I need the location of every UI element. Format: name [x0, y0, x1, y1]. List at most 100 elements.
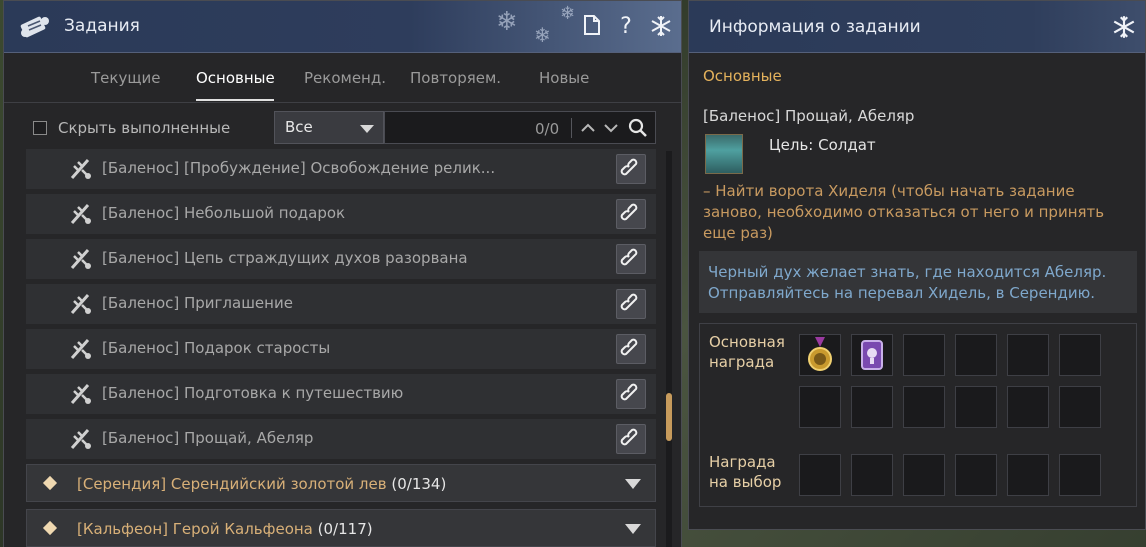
search-result-count: 0/0 — [535, 120, 560, 138]
reward-slot[interactable] — [1007, 334, 1049, 376]
quest-title: [Баленос] Подготовка к путешествию — [102, 384, 404, 402]
link-button[interactable] — [616, 289, 646, 319]
link-button[interactable] — [616, 424, 646, 454]
quest-title: [Баленос] Прощай, Абеляр — [102, 429, 314, 447]
quest-search-input[interactable]: 0/0 — [384, 111, 656, 144]
link-icon — [620, 338, 638, 356]
link-button[interactable] — [616, 244, 646, 274]
quest-description: Черный дух желает знать, где находится А… — [708, 263, 1107, 302]
tab-main[interactable]: Основные — [196, 69, 275, 87]
link-icon — [620, 203, 638, 221]
quest-title: [Баленос] [Пробуждение] Освобождение рел… — [102, 159, 496, 177]
choice-reward-slot[interactable] — [851, 454, 893, 496]
choice-reward-slot[interactable] — [955, 454, 997, 496]
quest-row[interactable]: [Баленос] Небольшой подарок — [26, 194, 656, 234]
tab-new[interactable]: Новые — [539, 69, 589, 87]
quest-info-titlebar[interactable]: Информация о задании — [689, 1, 1145, 53]
quest-row[interactable]: [Баленос] Цепь страждущих духов разорван… — [26, 239, 656, 279]
link-button[interactable] — [616, 334, 646, 364]
quest-row[interactable]: [Баленос] Приглашение — [26, 284, 656, 324]
purple-scroll-icon — [861, 340, 883, 370]
npc-portrait — [705, 134, 743, 174]
quest-group-title: [Серендия] Серендийский золотой лев (0/1… — [77, 475, 446, 493]
tab-current[interactable]: Текущие — [91, 69, 160, 87]
quest-filter-select[interactable]: Все — [274, 111, 384, 144]
hide-completed-checkbox[interactable] — [33, 121, 47, 135]
quest-category: Основные — [703, 67, 782, 85]
link-icon — [620, 158, 638, 176]
quest-list-scrollbar[interactable] — [666, 151, 672, 547]
choice-reward-slot[interactable] — [1059, 454, 1101, 496]
help-icon[interactable]: ? — [614, 14, 638, 40]
filter-row: Скрыть выполненные Все 0/0 — [4, 109, 681, 147]
search-divider — [571, 118, 572, 138]
quest-target: Цель: Солдат — [769, 136, 876, 154]
group-title-text: [Серендия] Серендийский золотой лев — [77, 475, 387, 493]
tab-recommended[interactable]: Рекоменд. — [304, 69, 386, 87]
quest-title: [Баленос] Небольшой подарок — [102, 204, 346, 222]
choice-reward-label-line: на выбор — [709, 473, 782, 491]
chevron-down-icon — [625, 479, 641, 489]
reward-slot[interactable] — [799, 386, 841, 428]
chevron-down-icon[interactable] — [601, 117, 621, 139]
snowflake-pin-icon[interactable] — [649, 14, 673, 40]
reward-slot[interactable] — [955, 334, 997, 376]
quest-group-row[interactable]: [Серендия] Серендийский золотой лев (0/1… — [26, 464, 656, 502]
reward-slot[interactable] — [903, 386, 945, 428]
choice-reward-slot[interactable] — [903, 454, 945, 496]
quest-info-window: Информация о задании Основные [Баленос] … — [688, 0, 1146, 530]
group-progress-count: (0/134) — [391, 475, 447, 493]
quest-feather-icon — [70, 249, 91, 269]
link-button[interactable] — [616, 379, 646, 409]
reward-slot[interactable] — [1059, 386, 1101, 428]
quest-row[interactable]: [Баленос] [Пробуждение] Освобождение рел… — [26, 149, 656, 189]
reward-slot[interactable] — [799, 334, 841, 376]
choice-reward-label: Награда на выбор — [709, 452, 781, 492]
search-icon[interactable] — [628, 117, 648, 139]
link-icon — [620, 248, 638, 266]
snowflake-pin-icon[interactable] — [1111, 14, 1137, 40]
reward-slot[interactable] — [1007, 386, 1049, 428]
link-icon — [620, 428, 638, 446]
reward-slot[interactable] — [851, 334, 893, 376]
quest-list: [Баленос] [Пробуждение] Освобождение рел… — [22, 149, 658, 547]
reward-slot[interactable] — [1059, 334, 1101, 376]
quest-feather-icon — [70, 384, 91, 404]
quest-description-box: Черный дух желает знать, где находится А… — [699, 251, 1137, 313]
main-reward-label: Основная награда — [709, 332, 785, 372]
reward-slot[interactable] — [851, 386, 893, 428]
diamond-icon — [42, 475, 58, 491]
quest-window-titlebar[interactable]: Задания ❄ ❄ ❄ ? — [4, 1, 681, 53]
quest-objective: – Найти ворота Хиделя (чтобы начать зада… — [703, 182, 1105, 242]
reward-slot[interactable] — [955, 386, 997, 428]
tab-repeatable[interactable]: Повторяем. — [410, 69, 501, 87]
document-icon[interactable] — [580, 14, 604, 40]
quest-scroll-icon — [20, 16, 49, 38]
quest-group-row[interactable]: [Кальфеон] Герой Кальфеона (0/117) — [26, 509, 656, 547]
reward-slot[interactable] — [903, 334, 945, 376]
snowflake-decoration-icon: ❄ — [560, 3, 576, 24]
scrollbar-thumb[interactable] — [666, 393, 672, 441]
quest-feather-icon — [70, 339, 91, 359]
snowflake-decoration-icon: ❄ — [496, 7, 518, 37]
snowflake-decoration-icon: ❄ — [534, 23, 551, 47]
quest-feather-icon — [70, 204, 91, 224]
link-button[interactable] — [616, 154, 646, 184]
link-button[interactable] — [616, 199, 646, 229]
chevron-down-icon — [360, 125, 374, 133]
quest-title: [Баленос] Приглашение — [102, 294, 293, 312]
main-reward-label-line: Основная — [709, 333, 785, 351]
choice-reward-slot[interactable] — [799, 454, 841, 496]
quest-window-title: Задания — [64, 16, 140, 36]
gold-medal-icon — [808, 337, 832, 371]
quest-row[interactable]: [Баленос] Подарок старосты — [26, 329, 656, 369]
hide-completed-label: Скрыть выполненные — [58, 119, 231, 137]
chevron-up-icon[interactable] — [578, 117, 598, 139]
quest-row[interactable]: [Баленос] Подготовка к путешествию — [26, 374, 656, 414]
quest-row[interactable]: [Баленос] Прощай, Абеляр — [26, 419, 656, 459]
quest-feather-icon — [70, 429, 91, 449]
quest-title: [Баленос] Цепь страждущих духов разорван… — [102, 249, 468, 267]
quest-feather-icon — [70, 294, 91, 314]
choice-reward-slot[interactable] — [1007, 454, 1049, 496]
quest-name: [Баленос] Прощай, Абеляр — [703, 107, 915, 125]
